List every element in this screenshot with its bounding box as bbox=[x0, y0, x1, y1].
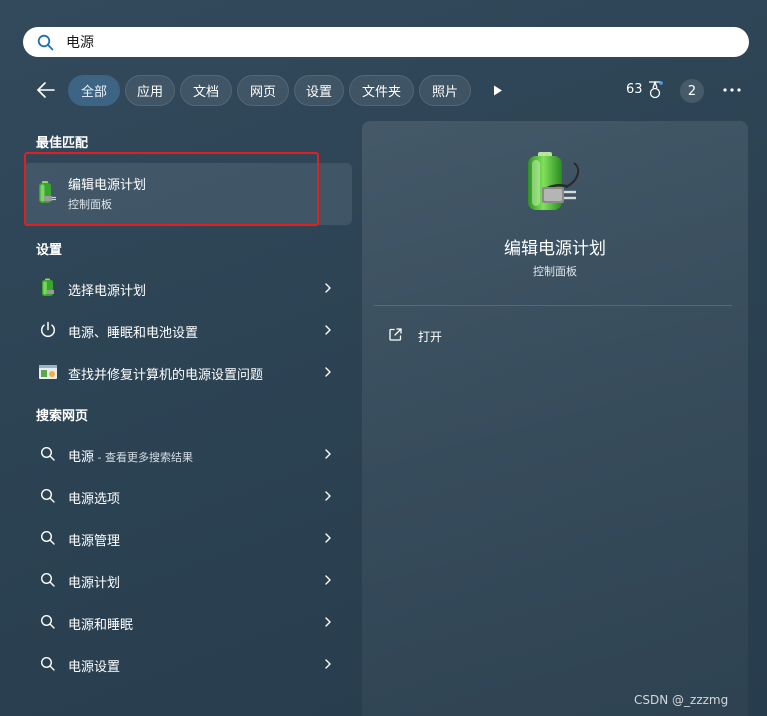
search-input[interactable] bbox=[66, 31, 726, 53]
notification-count[interactable]: 2 bbox=[680, 79, 704, 103]
tab-settings[interactable]: 设置 bbox=[294, 75, 344, 106]
settings-item-label: 电源、睡眠和电池设置 bbox=[68, 326, 199, 341]
chevron-right-icon bbox=[325, 491, 331, 501]
rewards-points: 63 bbox=[626, 82, 643, 97]
best-match-header: 最佳匹配 bbox=[36, 136, 89, 151]
power-icon bbox=[40, 321, 56, 338]
battery-icon bbox=[42, 278, 54, 296]
chevron-right-icon bbox=[325, 575, 331, 585]
detail-title: 编辑电源计划 bbox=[504, 239, 606, 259]
web-result-item[interactable]: 电源计划 bbox=[24, 561, 352, 599]
search-bar[interactable] bbox=[23, 27, 749, 57]
search-icon bbox=[40, 446, 55, 461]
web-result-item[interactable]: 电源管理 bbox=[24, 519, 352, 557]
web-result-item[interactable]: 电源和睡眠 bbox=[24, 603, 352, 641]
web-result-label: 电源 - 查看更多搜索结果 bbox=[68, 446, 193, 465]
chevron-right-icon bbox=[325, 533, 331, 543]
chevron-right-icon bbox=[325, 283, 331, 293]
chevron-right-icon bbox=[325, 325, 331, 335]
web-search-header: 搜索网页 bbox=[36, 409, 89, 424]
detail-panel: 编辑电源计划 控制面板 打开 bbox=[362, 121, 748, 716]
best-match-item[interactable]: 编辑电源计划 控制面板 bbox=[24, 163, 352, 225]
play-icon[interactable] bbox=[492, 84, 504, 97]
web-result-label: 电源计划 bbox=[68, 576, 121, 591]
watermark: CSDN @_zzzmg bbox=[634, 693, 729, 707]
best-match-title: 编辑电源计划 bbox=[68, 178, 147, 193]
chevron-right-icon bbox=[325, 449, 331, 459]
web-result-item[interactable]: 电源选项 bbox=[24, 477, 352, 515]
divider bbox=[374, 305, 732, 306]
troubleshoot-icon bbox=[39, 365, 57, 379]
settings-item-power-sleep-battery[interactable]: 电源、睡眠和电池设置 bbox=[24, 311, 352, 349]
battery-plug-icon bbox=[528, 152, 580, 210]
best-match-subtitle: 控制面板 bbox=[68, 198, 112, 211]
web-result-item[interactable]: 电源设置 bbox=[24, 645, 352, 683]
search-icon bbox=[37, 34, 54, 51]
web-result-label: 电源选项 bbox=[68, 492, 121, 507]
search-icon bbox=[40, 572, 55, 587]
search-icon bbox=[40, 656, 55, 671]
web-result-item[interactable]: 电源 - 查看更多搜索结果 bbox=[24, 435, 352, 473]
open-button-label: 打开 bbox=[418, 330, 443, 344]
search-icon bbox=[40, 530, 55, 545]
settings-header: 设置 bbox=[36, 243, 63, 258]
web-result-label: 电源设置 bbox=[68, 660, 121, 675]
open-button[interactable]: 打开 bbox=[376, 321, 576, 349]
battery-plug-icon bbox=[39, 181, 56, 203]
search-icon bbox=[40, 488, 55, 503]
chevron-right-icon bbox=[325, 367, 331, 377]
tab-web[interactable]: 网页 bbox=[237, 75, 289, 106]
tab-documents[interactable]: 文档 bbox=[180, 75, 232, 106]
tab-all[interactable]: 全部 bbox=[68, 75, 120, 106]
detail-subtitle: 控制面板 bbox=[533, 265, 577, 278]
search-icon bbox=[40, 614, 55, 629]
tab-photos[interactable]: 照片 bbox=[419, 75, 471, 106]
chevron-right-icon bbox=[325, 659, 331, 669]
medal-icon[interactable] bbox=[645, 80, 665, 100]
web-result-suffix: - 查看更多搜索结果 bbox=[94, 451, 193, 464]
settings-item-troubleshoot-power[interactable]: 查找并修复计算机的电源设置问题 bbox=[24, 353, 352, 391]
web-result-label: 电源和睡眠 bbox=[68, 618, 134, 633]
tab-apps[interactable]: 应用 bbox=[125, 75, 175, 106]
open-external-icon bbox=[389, 328, 402, 341]
settings-item-label: 查找并修复计算机的电源设置问题 bbox=[68, 368, 264, 383]
chevron-right-icon bbox=[325, 617, 331, 627]
more-options-icon[interactable] bbox=[723, 88, 741, 92]
tab-folders[interactable]: 文件夹 bbox=[349, 75, 414, 106]
back-arrow-icon[interactable] bbox=[35, 80, 57, 100]
web-result-label: 电源管理 bbox=[68, 534, 121, 549]
settings-item-label: 选择电源计划 bbox=[68, 284, 147, 299]
settings-item-choose-power-plan[interactable]: 选择电源计划 bbox=[24, 269, 352, 307]
web-result-query: 电源 bbox=[68, 450, 95, 465]
